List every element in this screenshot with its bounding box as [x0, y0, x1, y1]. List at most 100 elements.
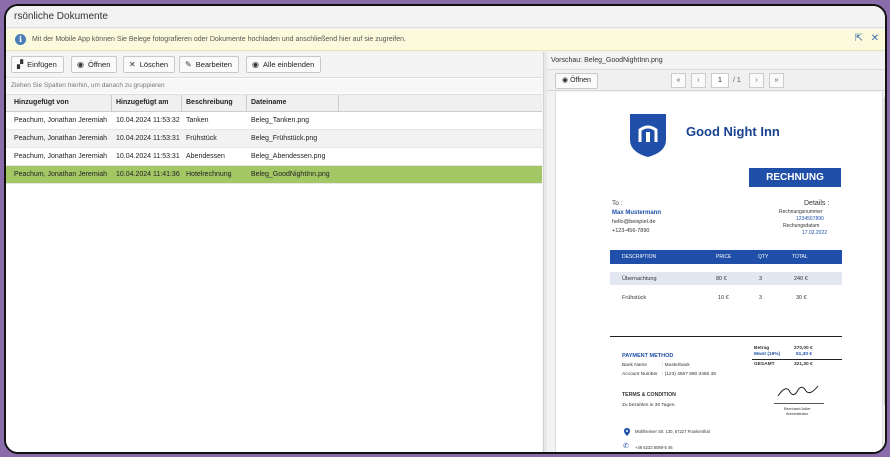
signature-line: [774, 403, 824, 404]
location-pin-icon: [624, 428, 630, 436]
bank-label: Bank Name: [622, 363, 648, 368]
open-button[interactable]: ◉ Öffnen: [71, 56, 118, 73]
open-label: Öffnen: [87, 60, 111, 69]
table-row-selected[interactable]: Peachum, Jonathan Jeremiah 10.04.2024 11…: [6, 166, 542, 184]
column-header[interactable]: Hinzugefügt von: [14, 99, 69, 106]
items-table-header: DESCRIPTION PRICE QTY TOTAL: [610, 250, 842, 264]
column-qty: QTY: [758, 254, 769, 260]
group-by-area[interactable]: Ziehen Sie Spalten hierhin, um danach zu…: [6, 79, 542, 93]
prev-page-button[interactable]: ‹: [691, 73, 706, 88]
show-all-button[interactable]: ◉ Alle einblenden: [246, 56, 322, 73]
cell-filename: Beleg_Abendessen.png: [251, 153, 326, 160]
hotel-logo: [630, 114, 666, 157]
invoice-heading: RECHNUNG: [749, 168, 841, 187]
preview-title: Vorschau: Beleg_GoodNightInn.png: [551, 57, 663, 64]
account-label: Account Number: [622, 372, 658, 377]
show-all-label: Alle einblenden: [262, 60, 315, 69]
invoice-date-label: Rechungsdatum: [783, 223, 820, 229]
preview-panel: Vorschau: Beleg_GoodNightInn.png ◉ Öffne…: [547, 52, 885, 452]
column-header[interactable]: Beschreibung: [186, 99, 233, 106]
divider-line: [610, 336, 842, 337]
terms-heading: TERMS & CONDITION: [622, 392, 676, 398]
total-divider: [752, 359, 842, 360]
insert-icon: ▞: [17, 60, 24, 69]
phone-icon: ✆: [623, 443, 629, 450]
column-divider[interactable]: [111, 95, 112, 112]
cell-filename: Beleg_Frühstück.png: [251, 135, 318, 142]
item-description: Übernachtung: [622, 276, 657, 282]
last-page-button[interactable]: »: [769, 73, 784, 88]
item-qty: 3: [759, 295, 763, 301]
table-row[interactable]: Peachum, Jonathan Jeremiah 10.04.2024 11…: [6, 112, 542, 130]
column-divider[interactable]: [246, 95, 247, 112]
column-total: TOTAL: [792, 254, 808, 260]
edit-button[interactable]: ✎ Bearbeiten: [179, 56, 239, 73]
hotel-address: Mühlheimer Str. 130, 67227 Frankenthal: [635, 429, 710, 434]
column-divider[interactable]: [181, 95, 182, 112]
account-number: : (123) 4567 890 3455 38: [662, 372, 716, 377]
invoice-number: 1234567890: [796, 216, 824, 222]
insert-button[interactable]: ▞ Einfügen: [11, 56, 64, 73]
item-qty: 3: [759, 276, 763, 282]
column-price: PRICE: [716, 254, 732, 260]
external-link-icon[interactable]: ⇱: [855, 33, 863, 44]
item-price: 80 €: [716, 276, 727, 282]
amount-value: 270,00 €: [794, 346, 813, 351]
hotel-name: Good Night Inn: [686, 124, 780, 139]
title-bar: rsönliche Dokumente: [6, 6, 885, 28]
preview-scrollbar[interactable]: [882, 92, 885, 452]
cell-description: Hotelrechnung: [186, 171, 232, 178]
eye-icon: ◉: [562, 77, 571, 84]
vat-value: 51,30 €: [796, 352, 813, 357]
terms-text: Zu bezahlen in 30 Tagen.: [622, 403, 676, 408]
cell-added-on: 10.04.2024 11:53:31: [116, 153, 180, 160]
customer-email: hello@beispiel.de: [612, 219, 656, 225]
preview-open-button[interactable]: ◉ Öffnen: [555, 73, 598, 89]
signature: [777, 385, 819, 397]
edit-label: Bearbeiten: [195, 60, 232, 69]
eye-icon: ◉: [77, 60, 84, 69]
page-count: / 1: [733, 77, 741, 84]
cell-added-by: Peachum, Jonathan Jeremiah: [14, 171, 107, 178]
cell-added-by: Peachum, Jonathan Jeremiah: [14, 153, 107, 160]
toolbar: ▞ Einfügen ◉ Öffnen ✕ Löschen ✎ Bearbeiten ◉…: [6, 52, 542, 78]
item-price: 10 €: [718, 295, 729, 301]
customer-phone: +123-456-7890: [612, 228, 650, 234]
cell-added-on: 10.04.2024 11:53:32: [116, 117, 180, 124]
info-icon: i: [15, 34, 26, 45]
customer-name: Max Mustermann: [612, 210, 662, 216]
documents-table: Hinzugefügt von Hinzugefügt am Beschreib…: [6, 94, 542, 184]
cell-description: Abendessen: [186, 153, 225, 160]
cell-description: Tanken: [186, 117, 209, 124]
page-input[interactable]: 1: [711, 73, 729, 88]
bank-name: : Musterbank: [662, 363, 690, 368]
delete-button[interactable]: ✕ Löschen: [123, 56, 176, 73]
delete-icon: ✕: [129, 60, 136, 69]
hotel-phone: +49 6233 8080-5 46: [635, 445, 673, 450]
column-header[interactable]: Hinzugefügt am: [116, 99, 169, 106]
signer-name: Bernhard Adler: [784, 406, 811, 411]
delete-label: Löschen: [139, 60, 169, 69]
invoice-number-label: Rechnungsnummer: [779, 209, 823, 215]
item-total: 30 €: [796, 295, 807, 301]
column-divider[interactable]: [338, 95, 339, 112]
close-icon[interactable]: ✕: [871, 33, 879, 44]
column-description: DESCRIPTION: [622, 254, 657, 260]
cell-added-by: Peachum, Jonathan Jeremiah: [14, 117, 107, 124]
table-row[interactable]: Peachum, Jonathan Jeremiah 10.04.2024 11…: [6, 148, 542, 166]
next-page-button[interactable]: ›: [749, 73, 764, 88]
insert-label: Einfügen: [27, 60, 57, 69]
amount-label: Betrag: [754, 346, 770, 351]
cell-added-on: 10.04.2024 11:53:31: [116, 135, 180, 142]
first-page-button[interactable]: «: [671, 73, 686, 88]
column-header[interactable]: Dateiname: [251, 99, 286, 106]
info-banner: i Mit der Mobile App können Sie Belege f…: [6, 29, 885, 51]
eye-icon: ◉: [252, 60, 259, 69]
table-row[interactable]: Peachum, Jonathan Jeremiah 10.04.2024 11…: [6, 130, 542, 148]
preview-open-label: Öffnen: [570, 77, 591, 84]
document-preview: Good Night Inn RECHNUNG To : Max Musterm…: [555, 92, 882, 452]
scrollbar-thumb[interactable]: [884, 96, 885, 406]
edit-icon: ✎: [185, 60, 192, 69]
item-total: 240 €: [794, 276, 808, 282]
payment-heading: PAYMENT METHOD: [622, 353, 674, 359]
